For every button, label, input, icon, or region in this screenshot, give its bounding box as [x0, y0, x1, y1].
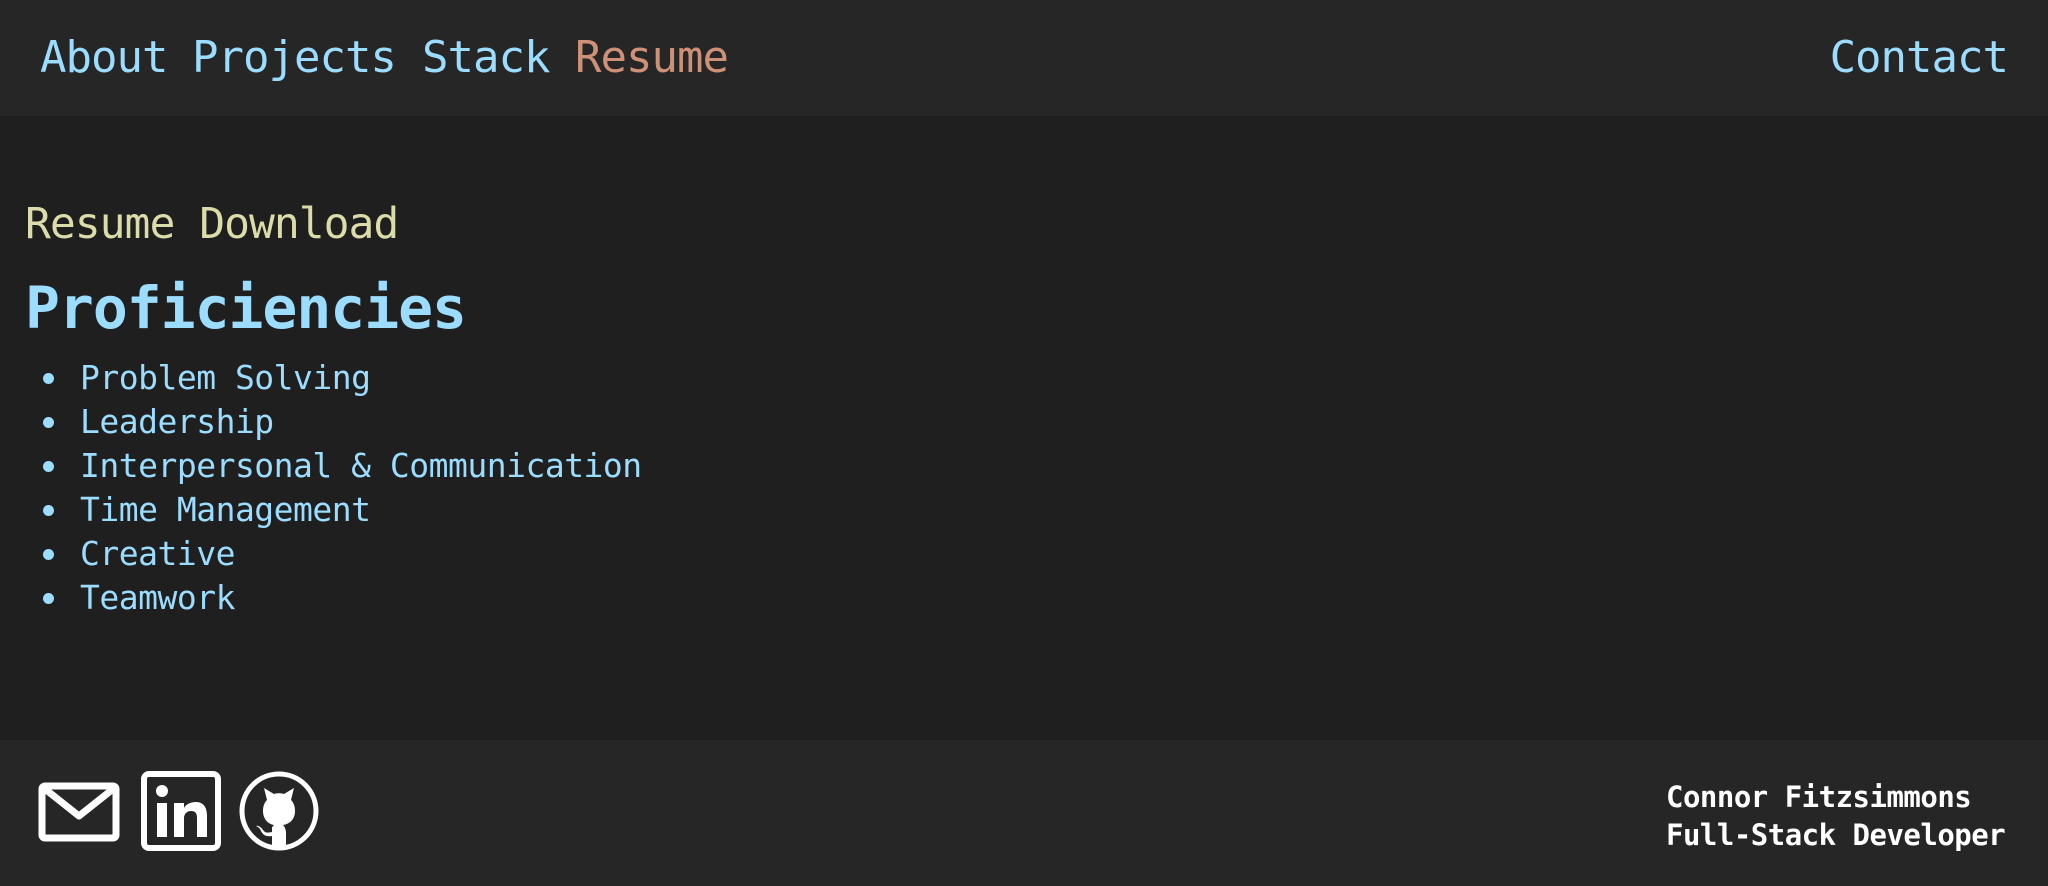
bullet-icon — [43, 549, 54, 560]
author-role: Full-Stack Developer — [1666, 818, 2006, 852]
proficiency-label: Leadership — [80, 402, 274, 441]
nav-about-link[interactable]: About — [40, 30, 168, 86]
bullet-icon — [43, 373, 54, 384]
proficiency-label: Creative — [80, 534, 235, 573]
top-nav: About Projects Stack Resume Contact — [0, 0, 2048, 116]
github-icon[interactable] — [238, 770, 320, 852]
nav-contact-link[interactable]: Contact — [1830, 30, 2009, 86]
list-item: Leadership — [40, 400, 642, 444]
footer-signature: Connor Fitzsimmons Full-Stack Developer — [1666, 778, 2006, 854]
resume-download-link[interactable]: Resume Download — [25, 196, 399, 252]
list-item: Time Management — [40, 488, 642, 532]
proficiencies-heading: Proficiencies — [25, 274, 467, 342]
bullet-icon — [43, 505, 54, 516]
bullet-icon — [43, 417, 54, 428]
mail-icon[interactable] — [38, 770, 120, 852]
nav-stack-link[interactable]: Stack — [422, 30, 550, 86]
nav-projects-link[interactable]: Projects — [192, 30, 397, 86]
list-item: Interpersonal & Communication — [40, 444, 642, 488]
author-name: Connor Fitzsimmons — [1666, 780, 1972, 814]
list-item: Problem Solving — [40, 356, 642, 400]
proficiency-label: Problem Solving — [80, 358, 371, 397]
proficiency-label: Time Management — [80, 490, 371, 529]
nav-resume-link[interactable]: Resume — [575, 30, 729, 86]
bullet-icon — [43, 461, 54, 472]
proficiencies-list: Problem Solving Leadership Interpersonal… — [40, 356, 642, 620]
bullet-icon — [43, 593, 54, 604]
list-item: Creative — [40, 532, 642, 576]
proficiency-label: Interpersonal & Communication — [80, 446, 642, 485]
linkedin-icon[interactable] — [140, 770, 222, 852]
proficiency-label: Teamwork — [80, 578, 235, 617]
list-item: Teamwork — [40, 576, 642, 620]
